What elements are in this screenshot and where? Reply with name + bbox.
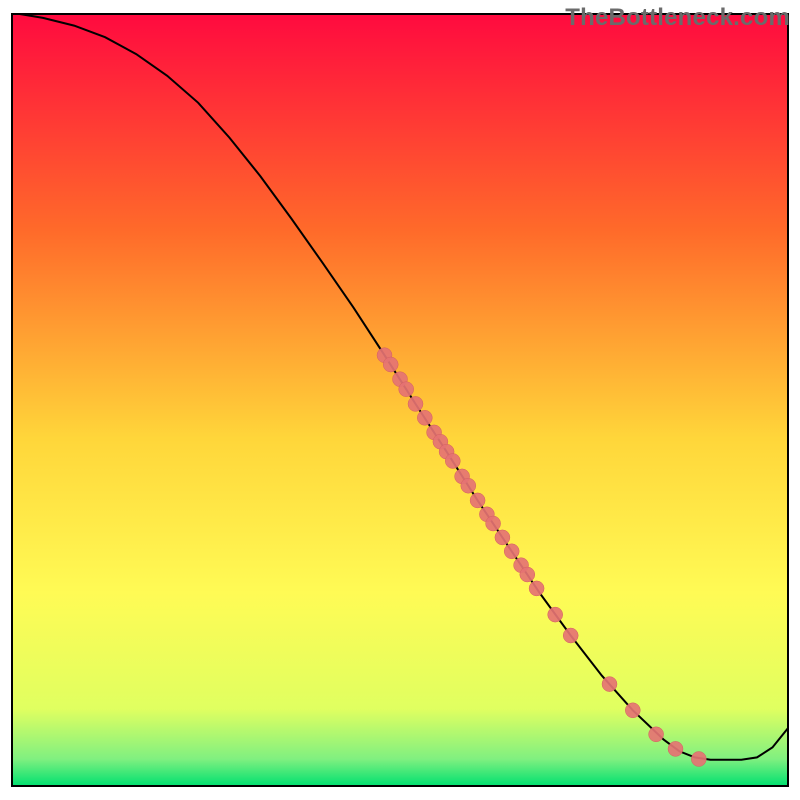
data-point xyxy=(602,677,617,692)
data-point xyxy=(548,607,563,622)
data-point xyxy=(529,581,544,596)
data-point xyxy=(486,516,501,531)
data-point xyxy=(520,567,535,582)
chart-svg xyxy=(0,0,800,800)
bottleneck-chart: TheBottleneck.com xyxy=(0,0,800,800)
data-point xyxy=(383,357,398,372)
data-point xyxy=(649,727,664,742)
data-point xyxy=(691,752,706,767)
data-point xyxy=(417,410,432,425)
data-point xyxy=(668,741,683,756)
data-point xyxy=(563,628,578,643)
data-point xyxy=(399,382,414,397)
data-point xyxy=(504,544,519,559)
data-point xyxy=(625,703,640,718)
data-point xyxy=(495,530,510,545)
data-point xyxy=(445,454,460,469)
data-point xyxy=(408,396,423,411)
data-point xyxy=(470,493,485,508)
data-point xyxy=(461,478,476,493)
gradient-background xyxy=(12,14,788,786)
